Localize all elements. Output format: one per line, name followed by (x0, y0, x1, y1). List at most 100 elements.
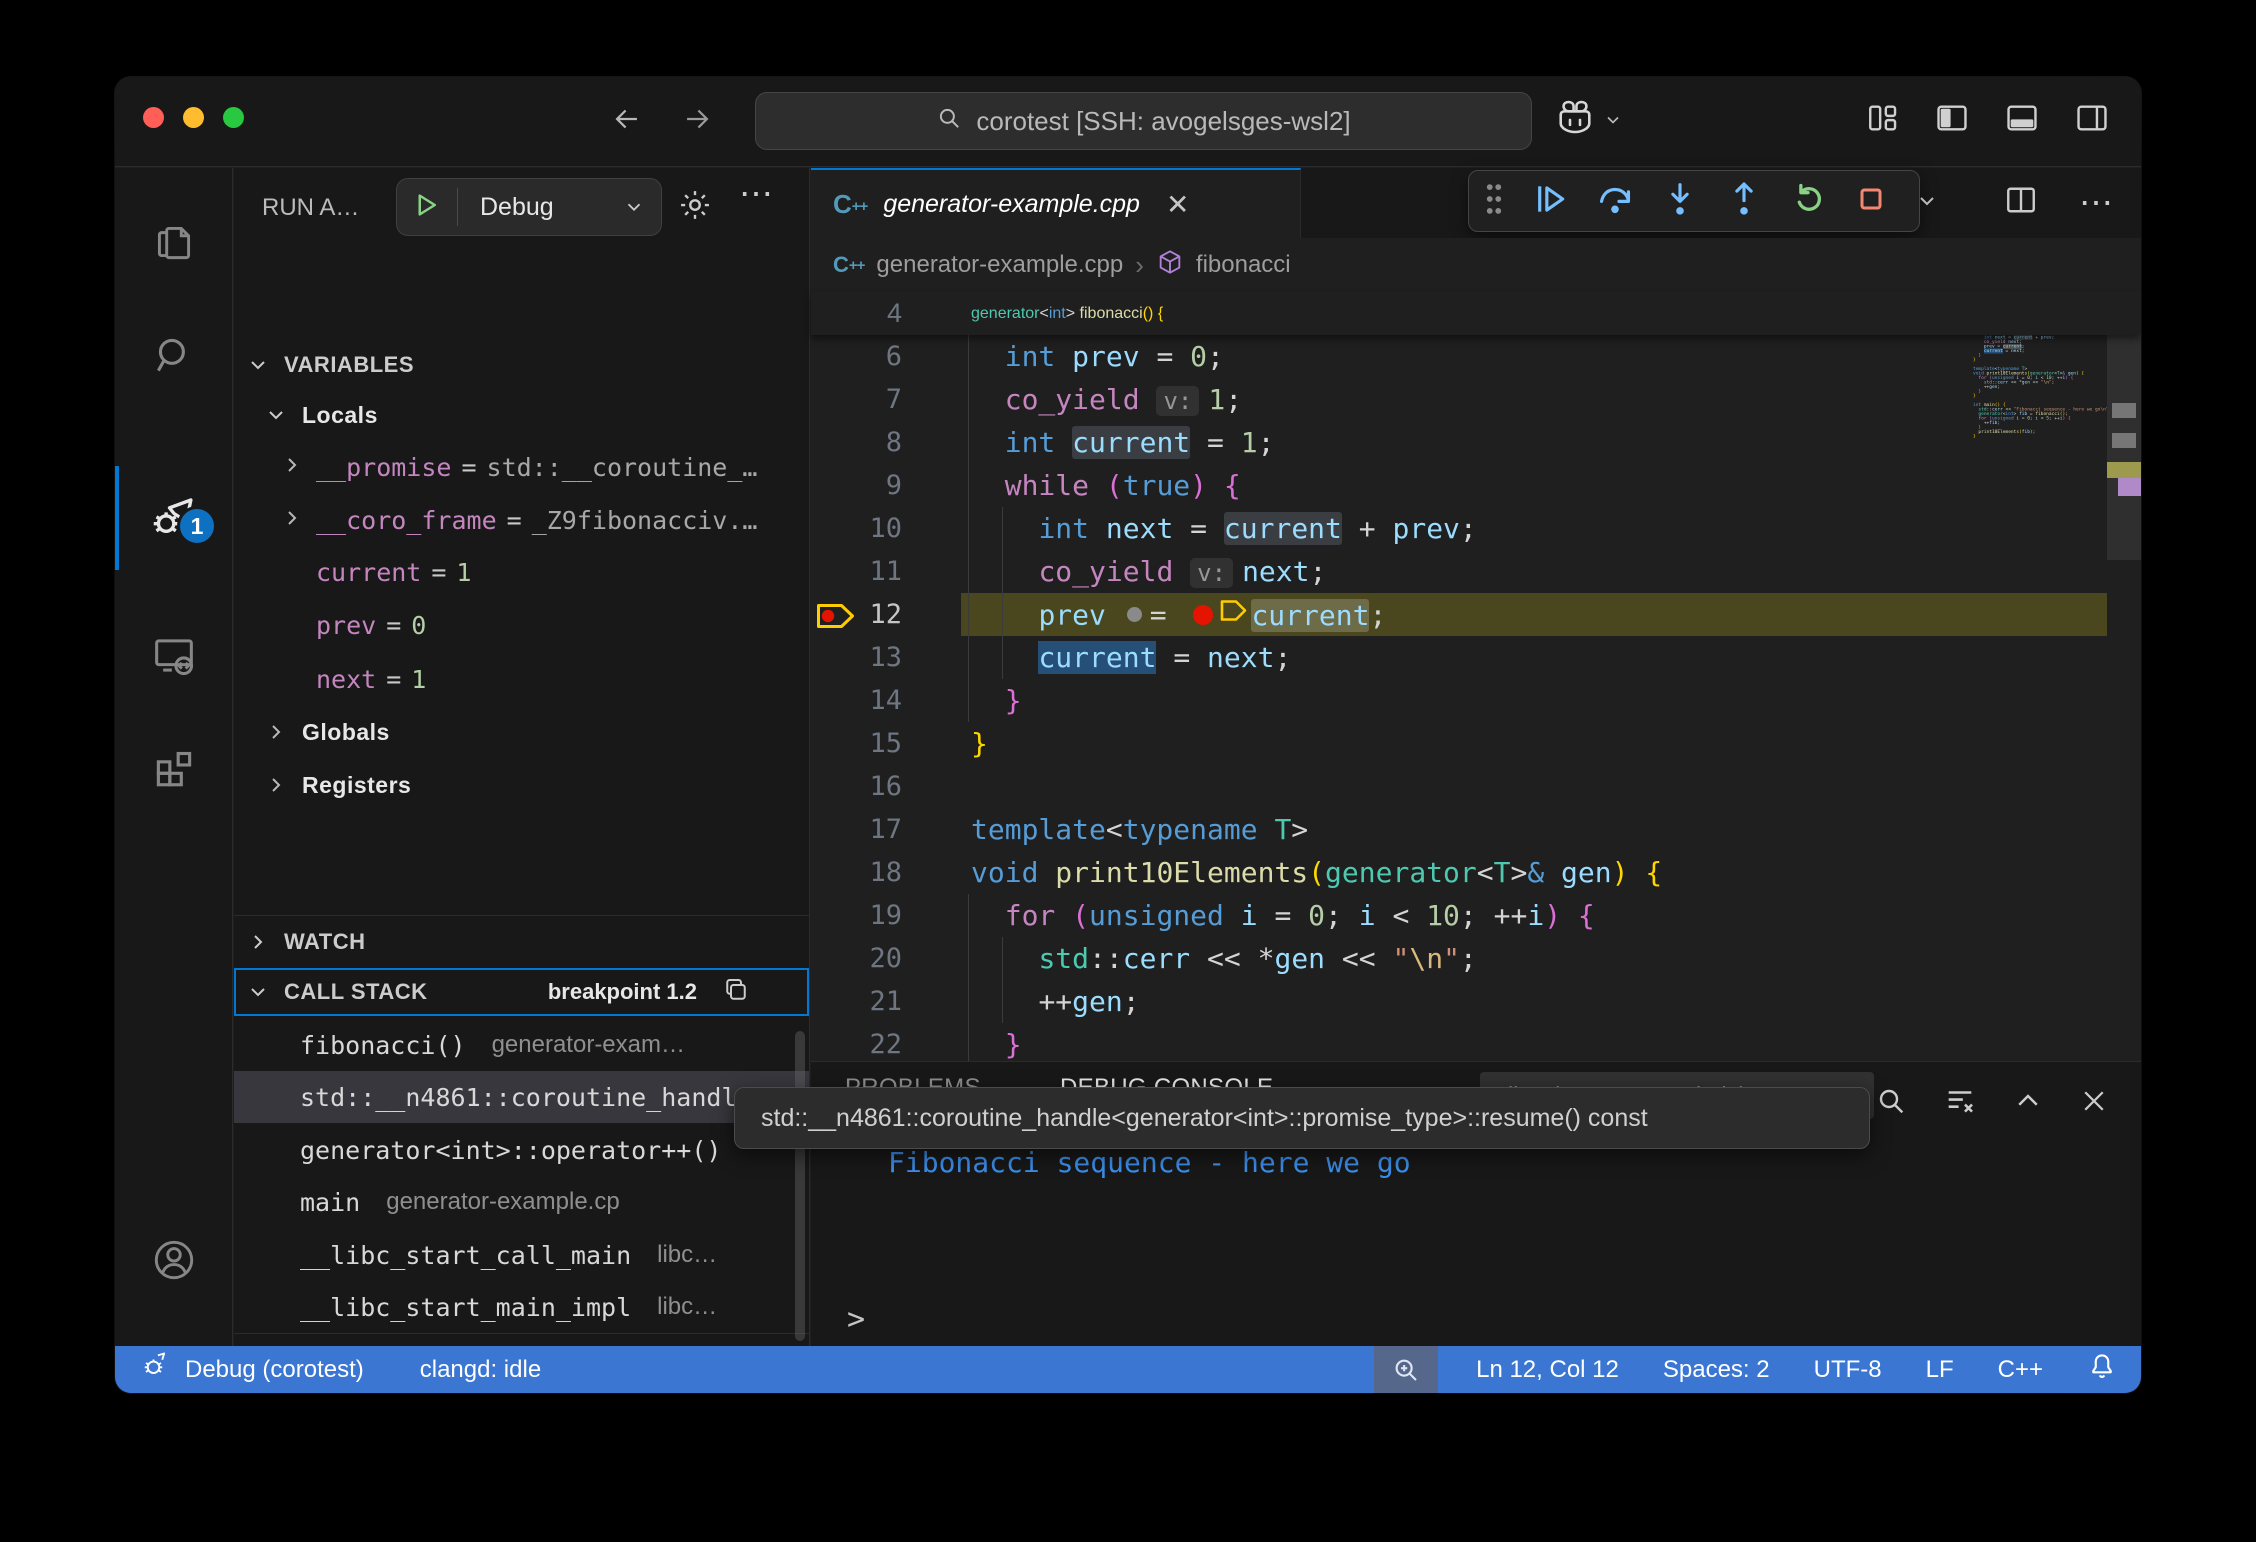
line-number[interactable]: 14 (811, 679, 902, 722)
back-icon[interactable] (610, 102, 644, 141)
zoom-indicator-icon[interactable] (1374, 1346, 1438, 1393)
breakpoints-section-header[interactable]: BREAKPOINTS (234, 1334, 809, 1346)
code-line-17[interactable]: 17 template<typename T> (811, 808, 2141, 851)
debug-session-chevron-icon[interactable] (1915, 189, 1939, 213)
sidebar-scrollbar[interactable] (795, 1031, 805, 1341)
code-line-content[interactable]: } (971, 679, 1022, 722)
line-number[interactable]: 21 (811, 980, 902, 1023)
maximize-window-button[interactable] (223, 107, 244, 128)
code-line-content[interactable]: template<typename T> (971, 808, 1308, 851)
split-editor-icon[interactable] (2003, 182, 2039, 223)
code-editor[interactable]: 6 int prev = 0;7 co_yield v:1;8 int curr… (811, 335, 2141, 1061)
code-line-15[interactable]: 15} (811, 722, 2141, 765)
status-item[interactable]: Ln 12, Col 12 (1476, 1356, 1619, 1384)
explorer-icon[interactable] (115, 192, 233, 292)
code-line-7[interactable]: 7 co_yield v:1; (811, 378, 2141, 421)
copy-callstack-icon[interactable] (721, 975, 751, 1010)
code-line-20[interactable]: 20 std::cerr << *gen << "\n"; (811, 937, 2141, 980)
code-line-16[interactable]: 16 (811, 765, 2141, 808)
variable-row-__coro_frame[interactable]: __coro_frame=_Z9fibonacciv.… (234, 494, 809, 547)
line-number[interactable]: 17 (811, 808, 902, 851)
line-number[interactable]: 15 (811, 722, 902, 765)
step-into-icon[interactable] (1661, 180, 1699, 223)
stack-frame[interactable]: __libc_start_main_impllibc… (234, 1281, 809, 1333)
line-number[interactable]: 19 (811, 894, 902, 937)
continue-icon[interactable] (1531, 180, 1569, 223)
code-line-content[interactable]: co_yield v:next; (971, 550, 1326, 595)
editor-more-actions-icon[interactable]: ⋯ (2079, 183, 2115, 223)
code-line-content[interactable]: while (true) { (971, 464, 1241, 507)
line-number[interactable]: 9 (811, 464, 902, 507)
code-line-content[interactable]: } (971, 722, 988, 765)
code-line-12[interactable]: 12 prev = current; (811, 593, 2141, 636)
line-number[interactable]: 7 (811, 378, 902, 421)
chevron-down-icon[interactable] (1603, 110, 1623, 130)
code-line-content[interactable]: current = next; (971, 636, 1291, 679)
code-line-8[interactable]: 8 int current = 1; (811, 421, 2141, 464)
tab-generator-example[interactable]: C++ generator-example.cpp ✕ (811, 168, 1301, 238)
variable-row-current[interactable]: current=1 (234, 546, 809, 599)
watch-section-header[interactable]: WATCH (234, 916, 809, 968)
toggle-secondary-sidebar-icon[interactable] (2073, 101, 2111, 140)
panel-search-icon[interactable] (1875, 1085, 1907, 1122)
breadcrumb-file[interactable]: generator-example.cpp (876, 251, 1123, 279)
close-panel-icon[interactable] (2079, 1086, 2109, 1121)
status-item[interactable]: Spaces: 2 (1663, 1356, 1770, 1384)
code-line-22[interactable]: 22 } (811, 1023, 2141, 1061)
code-line-10[interactable]: 10 int next = current + prev; (811, 507, 2141, 550)
line-number[interactable]: 11 (811, 550, 902, 593)
customize-layout-icon[interactable] (1865, 101, 1901, 140)
breadcrumb-symbol[interactable]: fibonacci (1196, 251, 1291, 279)
maximize-panel-icon[interactable] (2013, 1086, 2043, 1121)
inline-breakpoint-icon[interactable] (1193, 605, 1213, 625)
extensions-icon[interactable] (115, 716, 233, 816)
chevron-right-icon[interactable] (280, 506, 316, 536)
variable-row-prev[interactable]: prev=0 (234, 599, 809, 652)
code-line-content[interactable]: std::cerr << *gen << "\n"; (971, 937, 1477, 980)
code-line-content[interactable]: for (unsigned i = 0; i < 10; ++i) { (971, 894, 1595, 937)
code-line-content[interactable]: prev = current; (971, 593, 1386, 640)
close-window-button[interactable] (143, 107, 164, 128)
code-line-6[interactable]: 6 int prev = 0; (811, 335, 2141, 378)
line-number[interactable]: 13 (811, 636, 902, 679)
forward-icon[interactable] (680, 102, 714, 141)
scope-registers[interactable]: Registers (252, 759, 809, 811)
notifications-bell-icon[interactable] (2087, 1351, 2117, 1388)
line-number[interactable]: 6 (811, 335, 902, 378)
code-line-content[interactable]: co_yield v:1; (971, 378, 1242, 423)
callstack-section-header[interactable]: CALL STACK breakpoint 1.2 (234, 968, 809, 1016)
variables-section-header[interactable]: VARIABLES (234, 339, 809, 391)
stack-frame[interactable]: generator<int>::operator++() (234, 1124, 809, 1176)
stack-frame[interactable]: fibonacci()generator-exam… (234, 1019, 809, 1071)
scope-globals[interactable]: Globals (252, 706, 809, 758)
line-number[interactable]: 20 (811, 937, 902, 980)
stop-icon[interactable] (1853, 181, 1889, 222)
step-over-icon[interactable] (1595, 180, 1635, 223)
toolbar-drag-handle[interactable] (1483, 182, 1505, 221)
code-line-14[interactable]: 14 } (811, 679, 2141, 722)
inline-breakpoint-candidate-icon[interactable] (1127, 607, 1142, 622)
minimap[interactable]: #include "generator.hpp"#include <iostre… (1973, 295, 2107, 855)
code-line-13[interactable]: 13 current = next; (811, 636, 2141, 679)
status-item[interactable]: LF (1926, 1356, 1954, 1384)
stack-frame[interactable]: std::__n4861::coroutine_handle<g (234, 1071, 809, 1123)
status-item[interactable]: C++ (1998, 1356, 2043, 1384)
code-line-11[interactable]: 11 co_yield v:next; (811, 550, 2141, 593)
accounts-icon[interactable] (115, 1210, 233, 1310)
start-debug-icon[interactable] (411, 190, 441, 225)
code-line-content[interactable]: int prev = 0; (971, 335, 1224, 378)
code-line-content[interactable]: int current = 1; (971, 421, 1274, 464)
line-number[interactable]: 22 (811, 1023, 902, 1061)
status-debug-label[interactable]: Debug (corotest) (185, 1356, 364, 1384)
line-number[interactable]: 8 (811, 421, 902, 464)
code-line-18[interactable]: 18void print10Elements(generator<T>& gen… (811, 851, 2141, 894)
debug-settings-gear-icon[interactable] (676, 186, 714, 229)
toggle-primary-sidebar-icon[interactable] (1933, 101, 1971, 140)
variable-row-next[interactable]: next=1 (234, 653, 809, 706)
sticky-scroll-line[interactable]: 4generator<int> fibonacci() { (811, 292, 2141, 335)
chevron-right-icon[interactable] (280, 453, 316, 483)
line-number[interactable]: 16 (811, 765, 902, 808)
clear-console-icon[interactable] (1943, 1084, 1977, 1123)
variable-row-__promise[interactable]: __promise=std::__coroutine_… (234, 441, 809, 494)
minimize-window-button[interactable] (183, 107, 204, 128)
